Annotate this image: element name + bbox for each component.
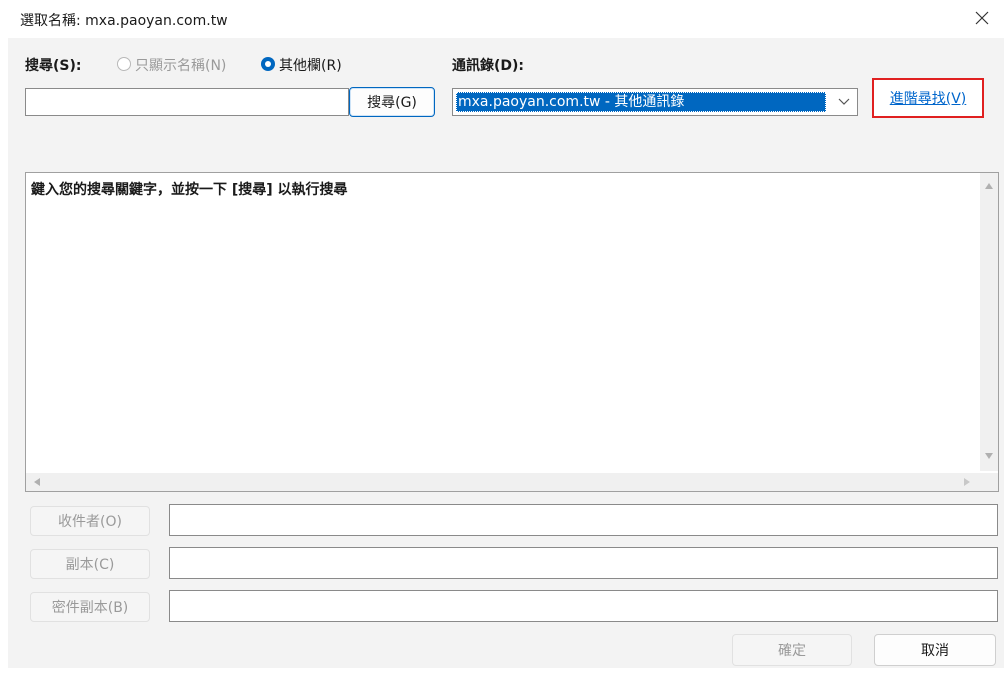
advanced-find-link[interactable]: 進階尋找(V) bbox=[890, 88, 967, 108]
window-title: 選取名稱: mxa.paoyan.com.tw bbox=[20, 13, 228, 29]
scroll-right-icon[interactable] bbox=[964, 478, 970, 486]
address-book-label: 通訊錄(D): bbox=[452, 58, 525, 74]
address-book-select[interactable]: mxa.paoyan.com.tw - 其他通訊錄 bbox=[452, 88, 858, 116]
dialog-body: 搜尋(S): 只顯示名稱(N) 其他欄(R) 通訊錄(D): 搜尋(G) mxa… bbox=[8, 38, 1004, 668]
bcc-button[interactable]: 密件副本(B) bbox=[30, 592, 150, 622]
results-hint: 鍵入您的搜尋關鍵字，並按一下 [搜尋] 以執行搜尋 bbox=[31, 182, 348, 198]
radio-more-columns-label[interactable]: 其他欄(R) bbox=[279, 55, 342, 75]
scrollbar-corner bbox=[980, 473, 998, 491]
ok-button[interactable]: 確定 bbox=[732, 634, 852, 666]
search-button[interactable]: 搜尋(G) bbox=[349, 87, 435, 117]
cc-button[interactable]: 副本(C) bbox=[30, 549, 150, 579]
horizontal-scrollbar[interactable] bbox=[26, 473, 980, 491]
advanced-find-highlight: 進階尋找(V) bbox=[872, 78, 984, 118]
scroll-left-icon[interactable] bbox=[34, 478, 40, 486]
select-names-dialog: 選取名稱: mxa.paoyan.com.tw 搜尋(S): 只顯示名稱(N) … bbox=[0, 0, 1004, 686]
search-input[interactable] bbox=[25, 88, 349, 116]
title-bar: 選取名稱: mxa.paoyan.com.tw bbox=[0, 0, 1004, 38]
cc-field[interactable] bbox=[169, 547, 998, 579]
bcc-field[interactable] bbox=[169, 590, 998, 622]
results-list[interactable]: 鍵入您的搜尋關鍵字，並按一下 [搜尋] 以執行搜尋 bbox=[25, 172, 999, 492]
chevron-down-icon bbox=[838, 98, 850, 105]
address-book-selected: mxa.paoyan.com.tw - 其他通訊錄 bbox=[456, 92, 826, 112]
to-button[interactable]: 收件者(O) bbox=[30, 506, 150, 536]
search-label: 搜尋(S): bbox=[25, 58, 82, 74]
scroll-up-icon[interactable] bbox=[985, 183, 993, 189]
to-field[interactable] bbox=[169, 504, 998, 536]
vertical-scrollbar[interactable] bbox=[980, 173, 998, 471]
close-button[interactable] bbox=[960, 0, 1004, 36]
close-icon bbox=[975, 11, 989, 25]
radio-more-columns[interactable] bbox=[261, 57, 275, 71]
radio-name-only[interactable] bbox=[117, 57, 131, 71]
scroll-down-icon[interactable] bbox=[985, 453, 993, 459]
radio-name-only-label[interactable]: 只顯示名稱(N) bbox=[135, 55, 226, 75]
cancel-button[interactable]: 取消 bbox=[874, 634, 996, 666]
